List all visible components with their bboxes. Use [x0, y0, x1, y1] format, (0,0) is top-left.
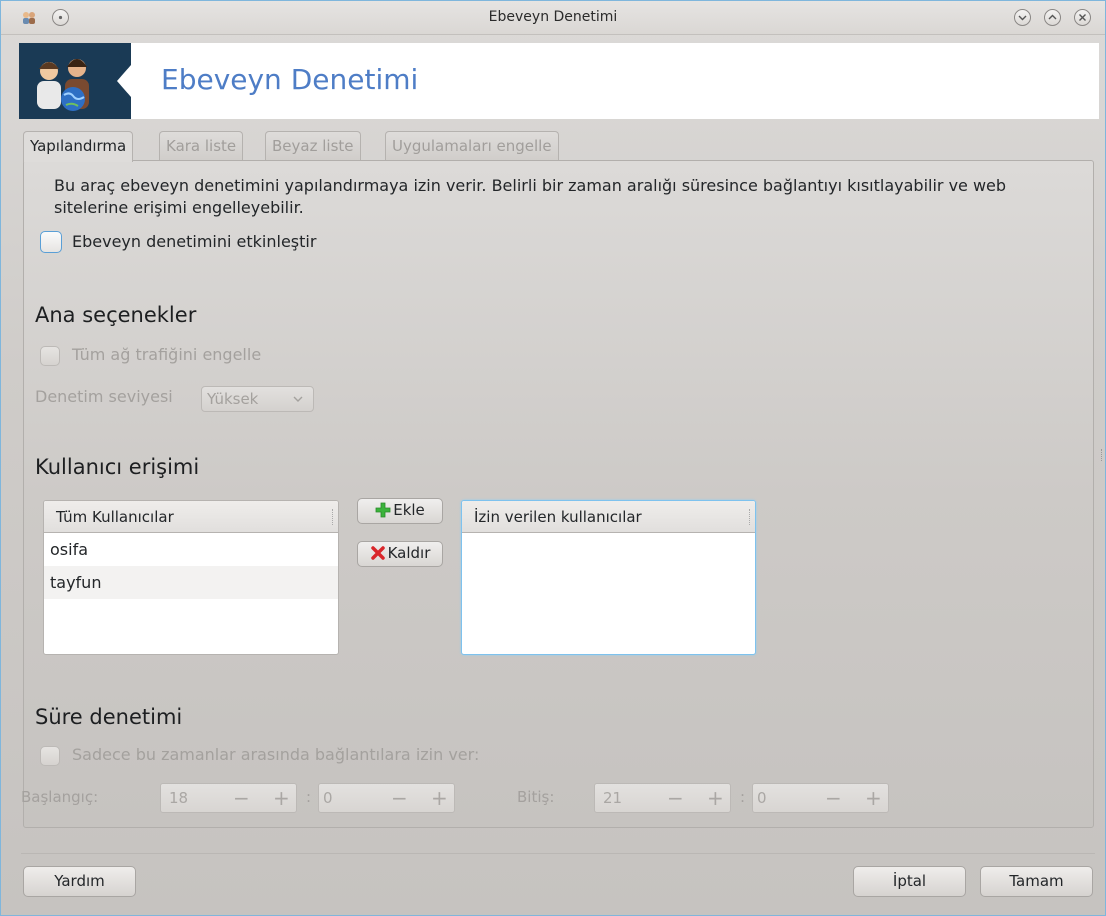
allowed-users-list[interactable]: İzin verilen kullanıcılar — [461, 500, 756, 655]
ok-button[interactable]: Tamam — [980, 866, 1093, 897]
start-hour-spinbox[interactable]: 18 − + — [160, 783, 297, 813]
start-minute-value: 0 — [323, 789, 333, 807]
decrement-button[interactable]: − — [391, 784, 408, 812]
x-icon — [370, 542, 386, 564]
end-minute-spinbox[interactable]: 0 − + — [752, 783, 889, 813]
all-users-list[interactable]: Tüm Kullanıcılar osifa tayfun — [43, 500, 339, 655]
splitter-handle[interactable] — [1101, 449, 1104, 461]
increment-button[interactable]: + — [707, 784, 724, 812]
time-control-title: Süre denetimi — [35, 705, 183, 729]
remove-user-button[interactable]: Kaldır — [357, 541, 443, 567]
main-options-title: Ana seçenekler — [35, 303, 197, 327]
list-item[interactable]: osifa — [44, 533, 338, 566]
end-hour-spinbox[interactable]: 21 − + — [594, 783, 731, 813]
increment-button[interactable]: + — [273, 784, 290, 812]
parents-globe-icon — [37, 43, 131, 119]
window-title: Ebeveyn Denetimi — [488, 9, 618, 25]
start-minute-spinbox[interactable]: 0 − + — [318, 783, 455, 813]
help-button[interactable]: Yardım — [23, 866, 136, 897]
banner-title: Ebeveyn Denetimi — [161, 63, 419, 96]
allowed-users-header[interactable]: İzin verilen kullanıcılar — [462, 501, 755, 533]
decrement-button[interactable]: − — [825, 784, 842, 812]
tab-block-applications[interactable]: Uygulamaları engelle — [385, 131, 559, 161]
allowed-users-header-label: İzin verilen kullanıcılar — [474, 508, 642, 526]
all-users-header-label: Tüm Kullanıcılar — [56, 508, 174, 526]
block-all-traffic-label[interactable]: Tüm ağ trafiğini engelle — [72, 345, 261, 364]
list-item[interactable]: tayfun — [44, 566, 338, 599]
allow-time-range-label[interactable]: Sadece bu zamanlar arasında bağlantılara… — [72, 745, 479, 764]
time-separator: : — [740, 788, 746, 806]
title-bar[interactable]: Ebeveyn Denetimi — [1, 1, 1105, 35]
header-banner: Ebeveyn Denetimi — [19, 43, 1099, 119]
user-access-title: Kullanıcı erişimi — [35, 455, 200, 479]
tab-whitelist[interactable]: Beyaz liste — [265, 131, 361, 161]
tab-configuration[interactable]: Yapılandırma — [23, 131, 134, 162]
enable-parental-control-label[interactable]: Ebeveyn denetimini etkinleştir — [72, 232, 316, 251]
chevron-down-icon — [292, 387, 304, 419]
end-hour-value: 21 — [603, 789, 623, 807]
increment-button[interactable]: + — [431, 784, 448, 812]
tab-blacklist[interactable]: Kara liste — [159, 131, 244, 161]
maximize-icon[interactable] — [1044, 9, 1061, 26]
tab-panel-configuration: Bu araç ebeveyn denetimini yapılandırmay… — [21, 160, 1094, 828]
enable-parental-control-checkbox[interactable] — [40, 231, 62, 253]
decrement-button[interactable]: − — [233, 784, 250, 812]
column-resize-handle[interactable] — [332, 509, 334, 525]
decrement-button[interactable]: − — [667, 784, 684, 812]
add-user-button[interactable]: Ekle — [357, 498, 443, 524]
plus-icon — [375, 499, 391, 521]
control-level-select[interactable]: Yüksek — [201, 386, 314, 412]
banner-icon-area — [19, 43, 131, 119]
column-resize-handle[interactable] — [749, 509, 751, 525]
end-time-label: Bitiş: — [517, 788, 555, 806]
end-minute-value: 0 — [757, 789, 767, 807]
close-icon[interactable] — [1074, 9, 1091, 26]
time-separator: : — [306, 788, 312, 806]
application-window: Ebeveyn Denetimi Ebeveyn Denetimi Yapıla… — [0, 0, 1106, 916]
cancel-button[interactable]: İptal — [853, 866, 966, 897]
description-text: Bu araç ebeveyn denetimini yapılandırmay… — [54, 176, 1007, 217]
all-users-header[interactable]: Tüm Kullanıcılar — [44, 501, 338, 533]
footer-divider — [21, 853, 1095, 854]
remove-user-label: Kaldır — [387, 544, 431, 562]
minimize-icon[interactable] — [1014, 9, 1031, 26]
start-time-label: Başlangıç: — [21, 788, 99, 806]
increment-button[interactable]: + — [865, 784, 882, 812]
block-all-traffic-checkbox[interactable] — [40, 346, 60, 366]
add-user-label: Ekle — [393, 501, 425, 519]
control-level-label: Denetim seviyesi — [35, 387, 173, 406]
control-level-value: Yüksek — [207, 390, 259, 408]
start-hour-value: 18 — [169, 789, 189, 807]
allow-time-range-checkbox[interactable] — [40, 746, 60, 766]
